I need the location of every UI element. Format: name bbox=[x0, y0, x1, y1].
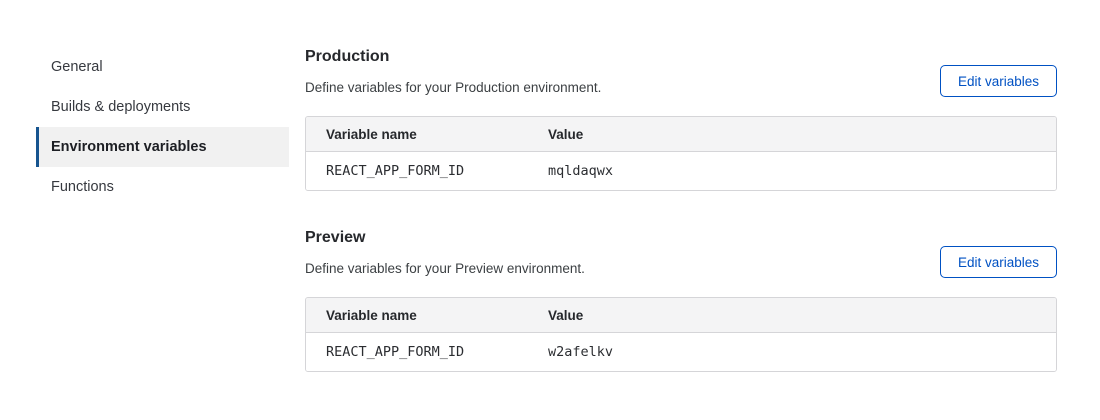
preview-edit-variables-button[interactable]: Edit variables bbox=[940, 246, 1057, 278]
table-row: REACT_APP_FORM_ID mqldaqwx bbox=[306, 152, 1056, 190]
value-column-header: Value bbox=[548, 127, 1056, 142]
production-section-title: Production bbox=[305, 48, 389, 66]
table-header-row: Variable name Value bbox=[306, 298, 1056, 333]
settings-sidebar: General Builds & deployments Environment… bbox=[36, 47, 289, 207]
sidebar-item-label: Environment variables bbox=[51, 139, 207, 155]
preview-section: Preview Define variables for your Previe… bbox=[305, 229, 1057, 379]
value-column-header: Value bbox=[548, 308, 1056, 323]
sidebar-item-functions[interactable]: Functions bbox=[36, 167, 289, 207]
variable-name-cell: REACT_APP_FORM_ID bbox=[306, 344, 548, 360]
variable-value-cell: w2afelkv bbox=[548, 344, 1056, 360]
sidebar-item-label: Builds & deployments bbox=[51, 99, 190, 115]
variable-value-cell: mqldaqwx bbox=[548, 163, 1056, 179]
sidebar-item-environment-variables[interactable]: Environment variables bbox=[36, 127, 289, 167]
production-variables-table: Variable name Value REACT_APP_FORM_ID mq… bbox=[305, 116, 1057, 191]
production-edit-variables-button[interactable]: Edit variables bbox=[940, 65, 1057, 97]
sidebar-item-builds-deployments[interactable]: Builds & deployments bbox=[36, 87, 289, 127]
preview-section-title: Preview bbox=[305, 229, 365, 247]
variable-name-cell: REACT_APP_FORM_ID bbox=[306, 163, 548, 179]
preview-variables-table: Variable name Value REACT_APP_FORM_ID w2… bbox=[305, 297, 1057, 372]
variable-name-column-header: Variable name bbox=[306, 308, 548, 323]
variable-name-column-header: Variable name bbox=[306, 127, 548, 142]
sidebar-item-label: Functions bbox=[51, 179, 114, 195]
table-header-row: Variable name Value bbox=[306, 117, 1056, 152]
table-row: REACT_APP_FORM_ID w2afelkv bbox=[306, 333, 1056, 371]
sidebar-item-label: General bbox=[51, 59, 103, 75]
preview-section-description: Define variables for your Preview enviro… bbox=[305, 261, 585, 276]
production-section-description: Define variables for your Production env… bbox=[305, 80, 601, 95]
sidebar-item-general[interactable]: General bbox=[36, 47, 289, 87]
production-section: Production Define variables for your Pro… bbox=[305, 48, 1057, 198]
